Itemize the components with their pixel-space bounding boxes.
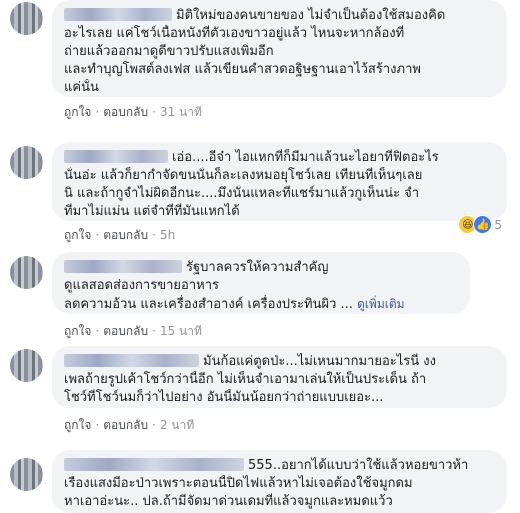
comment-bubble: รัฐบาลควรให้ความสำคัญ ดูแลสอดส่องการขายอ…	[52, 252, 470, 314]
comment-text-line: นั่นอ่ะ แล้วก็ยากำจัดขนนั่นก็ละเลงหมอยุโ…	[64, 168, 423, 183]
reply-link[interactable]: ตอบกลับ	[103, 228, 148, 242]
avatar[interactable]	[10, 349, 43, 382]
comment-actions: ถูกใจ · ตอบกลับ · 5h	[64, 228, 176, 242]
comment-text-line: ดูแลสอดส่องการขายอาหาร	[64, 278, 219, 293]
commenter-name-blurred[interactable]	[64, 8, 172, 21]
comment-text-line: โชว์ที่โชว์นมก็ว่าไปอย่าง อันนี้มันน้อยก…	[64, 390, 384, 405]
comment-bubble: มิติใหม่ของคนขายของ ไม่จำเป็นต้องใช้สมอง…	[52, 0, 507, 97]
see-more-link[interactable]: ดูเพิ่มเติม	[357, 297, 405, 311]
comment-text-line: ลดความอ้วน และเครื่องสำอางค์ เครื่องประท…	[64, 297, 353, 312]
comment-text-line: แค่นั้น	[64, 80, 99, 95]
comment-text-line: มันก้อแค่ตูดป่ะ...ไม่เหนมากมายอะไรนี่ งง	[203, 354, 436, 369]
reply-link[interactable]: ตอบกลับ	[103, 418, 148, 432]
commenter-name-blurred[interactable]	[64, 458, 244, 471]
like-link[interactable]: ถูกใจ	[64, 228, 91, 242]
commenter-name-blurred[interactable]	[64, 354, 199, 367]
comment-text-line: และทำบุญโพสต์ลงเฟส แล้วเขียนคำสวดอฐิษฐาน…	[64, 62, 421, 77]
comment-timestamp[interactable]: 5h	[160, 228, 175, 242]
reply-link[interactable]: ตอบกลับ	[103, 324, 148, 338]
like-link[interactable]: ถูกใจ	[64, 324, 91, 338]
comment-text-line: เพลถ้ายรูปเค้าโชว์กว่านี้อีก ไม่เห็นจำเอ…	[64, 372, 427, 387]
comment-bubble: เอ่อ....อีจ๋า ไอแหกที่ก็มีมาแล้วนะไอยาที…	[52, 142, 507, 221]
reply-link[interactable]: ตอบกลับ	[103, 105, 148, 119]
comment-text-line: ที่มาไม่แม่น แต่จำที่ที่มันแหกได้	[64, 204, 240, 219]
comment-bubble: มันก้อแค่ตูดป่ะ...ไม่เหนมากมายอะไรนี่ งง…	[52, 346, 507, 408]
comment-text-line: หาเอาอ่ะนะ.. ปล.ถ้ามีจัดมาด่วนเดมที่แล้ว…	[64, 494, 393, 509]
comment-timestamp[interactable]: 31 นาที	[160, 105, 202, 119]
comment-timestamp[interactable]: 2 นาที	[160, 418, 194, 432]
comment-actions: ถูกใจ · ตอบกลับ · 2 นาที	[64, 418, 195, 432]
comment-bubble: 555..อยากได้แบบว่าใช้แล้วหอยขาวห้า เรือง…	[52, 450, 507, 513]
comment-text-line: รัฐบาลควรให้ความสำคัญ	[186, 260, 329, 275]
comment-text-line: มิติใหม่ของคนขายของ ไม่จำเป็นต้องใช้สมอง…	[176, 8, 446, 23]
comment-text-line: อะไรเลย แค่โชว์เนื้อหนังที่ตัวเองขาวอยู่…	[64, 26, 405, 41]
comment-text-line: นิ และถ้ากูจำไม่ผิดอีกนะ....มึงนั่นแหละท…	[64, 186, 420, 201]
commenter-name-blurred[interactable]	[64, 150, 168, 163]
avatar[interactable]	[10, 2, 43, 35]
reaction-summary[interactable]: 😆 👍 5	[458, 215, 502, 234]
avatar[interactable]	[10, 256, 43, 289]
like-link[interactable]: ถูกใจ	[64, 105, 91, 119]
comment-actions: ถูกใจ · ตอบกลับ · 31 นาที	[64, 105, 202, 119]
comment-text-line: 555..อยากได้แบบว่าใช้แล้วหอยขาวห้า	[248, 458, 469, 473]
comment-text-line: เอ่อ....อีจ๋า ไอแหกที่ก็มีมาแล้วนะไอยาที…	[172, 150, 439, 165]
commenter-name-blurred[interactable]	[64, 260, 182, 273]
avatar[interactable]	[10, 458, 43, 491]
reaction-count: 5	[494, 217, 502, 232]
like-icon: 👍	[473, 215, 493, 234]
avatar[interactable]	[10, 146, 43, 179]
like-link[interactable]: ถูกใจ	[64, 418, 91, 432]
comment-text-line: ถ่ายแล้วออกมาดูดีขาวปรับแสงเพิ่มอีก	[64, 44, 274, 59]
comment-text-line: เรืองแสงมีอะป่าวเพราะตอนนี้ปิดไฟแล้วหาไม…	[64, 476, 413, 491]
comment-timestamp[interactable]: 15 นาที	[160, 324, 202, 338]
comment-actions: ถูกใจ · ตอบกลับ · 15 นาที	[64, 324, 202, 338]
